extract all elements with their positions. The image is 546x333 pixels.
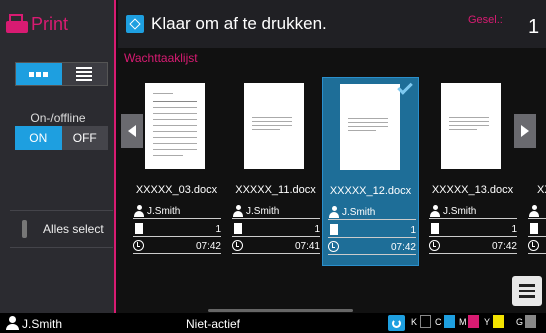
job-filename: XXXXX_12.docx (329, 185, 412, 197)
sidebar: Print On-/offline ON OFF Alles select (0, 0, 116, 313)
ink-swatch (525, 315, 536, 328)
job-user: J.Smith (443, 206, 477, 217)
ink-swatch (493, 315, 504, 328)
job-list: XXXXX_03.docx J.Smith 1 07:42 XXXXX_11.d… (118, 70, 546, 313)
job-filename: XXXXX_11.docx (235, 184, 316, 196)
ink-swatch (444, 315, 455, 328)
view-toggle (15, 62, 108, 86)
grid-icon (29, 71, 49, 77)
job-filename: XXXXX_03.docx (135, 184, 218, 196)
checkmark-icon (396, 78, 418, 100)
ink-swatch (420, 315, 431, 328)
page-icon (135, 223, 143, 234)
job-filename: XX (537, 184, 546, 196)
selected-label: Gesel.: (468, 14, 503, 26)
queue-label: Wachttaaklijst (124, 51, 198, 65)
hamburger-icon (519, 284, 535, 287)
online-offline-label: On-/offline (30, 111, 86, 125)
job-card-selected[interactable]: XXXXX_12.docx J.Smith 1 07:42 (322, 77, 419, 266)
job-time: 07:42 (491, 241, 517, 252)
page-icon (330, 224, 338, 235)
job-user: J.Smith (246, 206, 280, 217)
clock-icon (328, 241, 339, 252)
header: Klaar om af te drukken. Gesel.: 1 (118, 0, 546, 48)
job-pages: 1 (215, 224, 221, 235)
list-view-button[interactable] (61, 63, 107, 85)
list-icon (76, 67, 93, 81)
job-pages: 1 (410, 225, 416, 236)
job-card[interactable]: XXXXX_03.docx J.Smith 1 07:42 (128, 77, 225, 266)
clock-icon (232, 240, 243, 251)
select-all-label: Alles select (43, 222, 104, 236)
job-thumbnail (145, 83, 205, 169)
ink-level-m: M (459, 315, 479, 328)
job-time: 07:42 (390, 242, 416, 253)
page-icon (234, 223, 242, 234)
clock-icon (528, 240, 539, 251)
refresh-icon[interactable] (388, 315, 405, 331)
job-time: 07:42 (195, 241, 221, 252)
ink-level-k: K (411, 315, 431, 328)
job-thumbnail (244, 83, 304, 169)
on-button[interactable]: ON (15, 126, 62, 150)
clock-icon (429, 240, 440, 251)
printer-icon (6, 14, 28, 34)
clock-icon (133, 240, 144, 251)
job-thumbnail (340, 84, 400, 170)
job-thumbnail (441, 83, 501, 169)
job-pages: 1 (314, 224, 320, 235)
user-icon (6, 316, 20, 330)
user-icon (233, 205, 243, 217)
previous-page-button[interactable] (121, 114, 143, 148)
user-icon (529, 205, 539, 217)
job-card-partial[interactable]: XX (523, 77, 546, 266)
chevron-right-icon (521, 125, 529, 137)
job-card[interactable]: XXXXX_11.docx J.Smith 1 07:41 (227, 77, 324, 266)
job-card[interactable]: XXXXX_13.docx J.Smith 1 07:42 (424, 77, 521, 266)
status-user: J.Smith (22, 317, 63, 331)
next-page-button[interactable] (514, 114, 536, 148)
grid-view-button[interactable] (16, 63, 62, 85)
status-bar: J.Smith Niet-actief K C M Y G (0, 313, 546, 333)
ink-level-g: G (516, 315, 536, 328)
ink-level-y: Y (484, 315, 504, 328)
ink-swatch (468, 315, 479, 328)
job-time: 07:41 (294, 241, 320, 252)
job-user: J.Smith (147, 206, 181, 217)
machine-status: Niet-actief (186, 317, 241, 331)
job-pages: 1 (511, 224, 517, 235)
menu-button[interactable] (512, 276, 542, 306)
selected-count: 1 (528, 16, 540, 38)
ink-level-c: C (435, 315, 455, 328)
job-user: J.Smith (342, 207, 376, 218)
status-text: Klaar om af te drukken. (151, 14, 327, 33)
off-button[interactable]: OFF (61, 126, 108, 150)
user-icon (329, 206, 339, 218)
ready-status-icon (126, 15, 144, 33)
job-filename: XXXXX_13.docx (431, 184, 514, 196)
page-icon (431, 223, 439, 234)
select-all-indicator (22, 220, 27, 238)
user-icon (134, 205, 144, 217)
scrollbar[interactable] (208, 309, 353, 312)
online-toggle: ON OFF (15, 126, 108, 150)
user-icon (430, 205, 440, 217)
page-icon (530, 223, 538, 234)
app-title-label: Print (31, 13, 69, 34)
chevron-left-icon (128, 125, 136, 137)
app-title: Print (6, 10, 68, 38)
select-all-button[interactable]: Alles select (10, 210, 113, 248)
